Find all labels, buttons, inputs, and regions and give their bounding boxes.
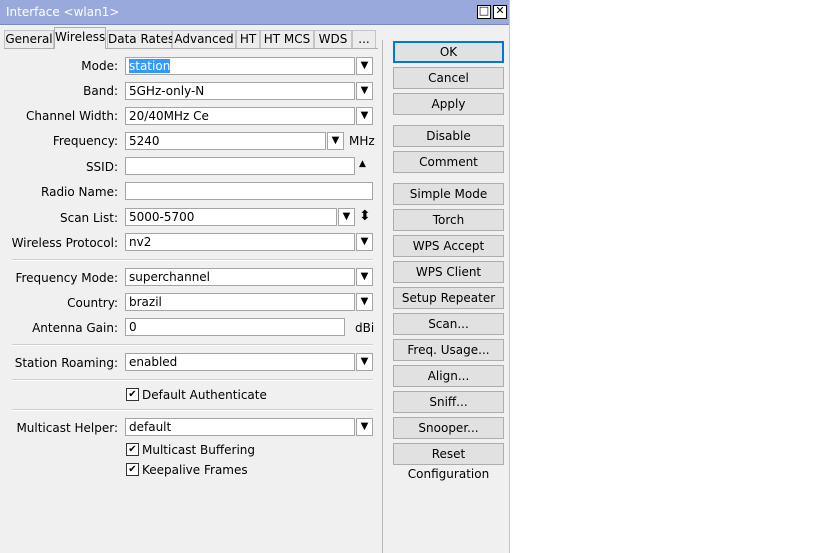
sniff-button[interactable]: Sniff... <box>393 391 504 413</box>
chevron-down-icon: ▼ <box>360 60 369 71</box>
frequency-mode-label: Frequency Mode: <box>15 271 118 285</box>
radio-name-label: Radio Name: <box>41 185 118 199</box>
frequency-mode-select[interactable]: superchannel <box>125 268 355 286</box>
reset-configuration-button[interactable]: Reset Configuration <box>393 443 504 481</box>
band-select[interactable]: 5GHz-only-N <box>125 82 355 100</box>
chevron-down-icon: ▼ <box>360 421 369 432</box>
section-divider <box>12 259 373 261</box>
tab-wds[interactable]: WDS <box>314 30 352 48</box>
frequency-unit: MHz <box>349 134 375 148</box>
wireless-protocol-label: Wireless Protocol: <box>11 236 118 250</box>
station-roaming-select[interactable]: enabled <box>125 353 355 371</box>
tab-wireless[interactable]: Wireless <box>54 27 106 49</box>
frequency-dropdown-button[interactable]: ▼ <box>327 132 344 150</box>
frequency-label: Frequency: <box>52 134 118 148</box>
scan-list-dropdown-button[interactable]: ▼ <box>338 208 355 226</box>
close-button[interactable]: ✕ <box>493 5 507 19</box>
multicast-buffering-label: Multicast Buffering <box>142 443 256 457</box>
keepalive-frames-checkbox[interactable]: ✔ <box>126 463 139 476</box>
section-divider <box>12 344 373 346</box>
freq-usage-button[interactable]: Freq. Usage... <box>393 339 504 361</box>
ssid-label: SSID: <box>85 160 118 174</box>
align-button[interactable]: Align... <box>393 365 504 387</box>
chevron-down-icon: ▼ <box>360 236 369 247</box>
chevron-down-icon: ▼ <box>342 211 351 222</box>
simple-mode-button[interactable]: Simple Mode <box>393 183 504 205</box>
antenna-gain-label: Antenna Gain: <box>32 321 118 335</box>
wps-accept-button[interactable]: WPS Accept <box>393 235 504 257</box>
band-label: Band: <box>83 84 118 98</box>
wireless-protocol-select[interactable]: nv2 <box>125 233 355 251</box>
apply-button[interactable]: Apply <box>393 93 504 115</box>
antenna-gain-input[interactable]: 0 <box>125 318 345 336</box>
disable-button[interactable]: Disable <box>393 125 504 147</box>
chevron-down-icon: ▼ <box>360 85 369 96</box>
tab-advanced[interactable]: Advanced <box>172 30 236 48</box>
scan-button[interactable]: Scan... <box>393 313 504 335</box>
default-authenticate-checkbox[interactable]: ✔ <box>126 388 139 401</box>
station-roaming-label: Station Roaming: <box>14 356 118 370</box>
station-roaming-dropdown-button[interactable]: ▼ <box>356 353 373 371</box>
chevron-down-icon: ▼ <box>360 356 369 367</box>
tab-ht[interactable]: HT <box>236 30 260 48</box>
mode-value: station <box>129 59 171 73</box>
multicast-helper-label: Multicast Helper: <box>16 421 118 435</box>
scan-list-label: Scan List: <box>59 211 118 225</box>
channel-width-dropdown-button[interactable]: ▼ <box>356 107 373 125</box>
tab-general[interactable]: General <box>4 30 54 48</box>
multicast-helper-dropdown-button[interactable]: ▼ <box>356 418 373 436</box>
tab-ht-mcs[interactable]: HT MCS <box>260 30 314 48</box>
country-select[interactable]: brazil <box>125 293 355 311</box>
window-title: Interface <wlan1> <box>6 5 120 19</box>
tab-more[interactable]: ... <box>352 30 376 48</box>
chevron-down-icon: ▼ <box>331 135 340 146</box>
wireless-protocol-dropdown-button[interactable]: ▼ <box>356 233 373 251</box>
band-dropdown-button[interactable]: ▼ <box>356 82 373 100</box>
mode-select[interactable]: station <box>125 57 355 75</box>
empty-background <box>510 0 819 553</box>
multicast-buffering-checkbox[interactable]: ✔ <box>126 443 139 456</box>
snooper-button[interactable]: Snooper... <box>393 417 504 439</box>
section-divider <box>12 379 373 381</box>
add-remove-icon[interactable]: ⬍ <box>359 208 371 224</box>
channel-width-select[interactable]: 20/40MHz Ce <box>125 107 355 125</box>
ssid-input[interactable] <box>125 157 355 175</box>
scan-list-select[interactable]: 5000-5700 <box>125 208 337 226</box>
country-label: Country: <box>67 296 118 310</box>
interface-window: Interface <wlan1> □ ✕ General Wireless D… <box>0 0 510 553</box>
frequency-mode-dropdown-button[interactable]: ▼ <box>356 268 373 286</box>
keepalive-frames-label: Keepalive Frames <box>142 463 248 477</box>
maximize-icon: □ <box>478 4 490 17</box>
comment-button[interactable]: Comment <box>393 151 504 173</box>
tab-data-rates[interactable]: Data Rates <box>107 30 174 48</box>
ok-button[interactable]: OK <box>393 41 504 63</box>
torch-button[interactable]: Torch <box>393 209 504 231</box>
check-icon: ✔ <box>128 389 137 400</box>
chevron-down-icon: ▼ <box>360 296 369 307</box>
country-dropdown-button[interactable]: ▼ <box>356 293 373 311</box>
mode-dropdown-button[interactable]: ▼ <box>356 57 373 75</box>
frequency-select[interactable]: 5240 <box>125 132 326 150</box>
title-bar[interactable]: Interface <wlan1> □ ✕ <box>0 0 509 25</box>
chevron-down-icon: ▼ <box>360 110 369 121</box>
panel-separator <box>382 40 383 553</box>
close-icon: ✕ <box>495 4 505 17</box>
maximize-button[interactable]: □ <box>477 5 491 19</box>
channel-width-label: Channel Width: <box>26 109 118 123</box>
multicast-helper-select[interactable]: default <box>125 418 355 436</box>
cancel-button[interactable]: Cancel <box>393 67 504 89</box>
wps-client-button[interactable]: WPS Client <box>393 261 504 283</box>
check-icon: ✔ <box>128 444 137 455</box>
collapse-up-icon[interactable]: ▲ <box>359 159 366 169</box>
mode-label: Mode: <box>81 59 118 73</box>
check-icon: ✔ <box>128 464 137 475</box>
default-authenticate-label: Default Authenticate <box>142 388 267 402</box>
radio-name-input[interactable] <box>125 182 373 200</box>
section-divider <box>12 409 373 411</box>
antenna-gain-unit: dBi <box>355 321 375 335</box>
setup-repeater-button[interactable]: Setup Repeater <box>393 287 504 309</box>
chevron-down-icon: ▼ <box>360 271 369 282</box>
